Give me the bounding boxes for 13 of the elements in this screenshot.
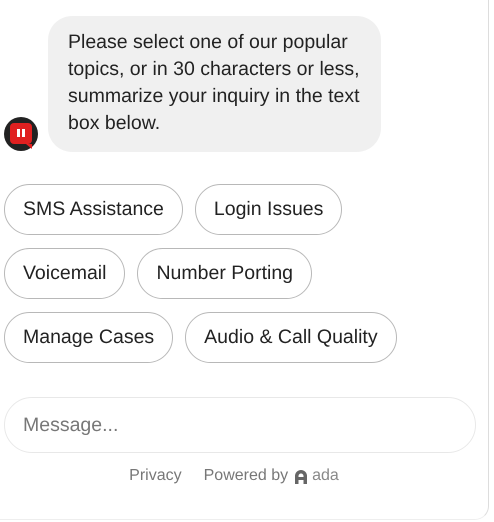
privacy-link[interactable]: Privacy xyxy=(129,467,182,485)
message-field[interactable]: Message... xyxy=(4,397,476,453)
avatar-icon xyxy=(4,117,38,151)
powered-by-text: Powered by xyxy=(204,467,288,485)
quick-reply-button[interactable]: Voicemail xyxy=(4,248,126,299)
quick-reply-button[interactable]: Login Issues xyxy=(194,184,342,235)
quick-reply-button[interactable]: Number Porting xyxy=(137,248,312,299)
quick-reply-button[interactable]: Audio & Call Quality xyxy=(185,312,397,363)
quick-reply-button[interactable]: Manage Cases xyxy=(4,312,174,363)
message-bubble: Please select one of our popular topics, or in 30 characters or less, summarize your inquiry in the text box below. xyxy=(48,16,381,152)
logo-icon xyxy=(294,468,308,484)
quick-reply-button[interactable]: SMS Assistance xyxy=(4,184,183,235)
brand-name: ada xyxy=(312,467,339,485)
